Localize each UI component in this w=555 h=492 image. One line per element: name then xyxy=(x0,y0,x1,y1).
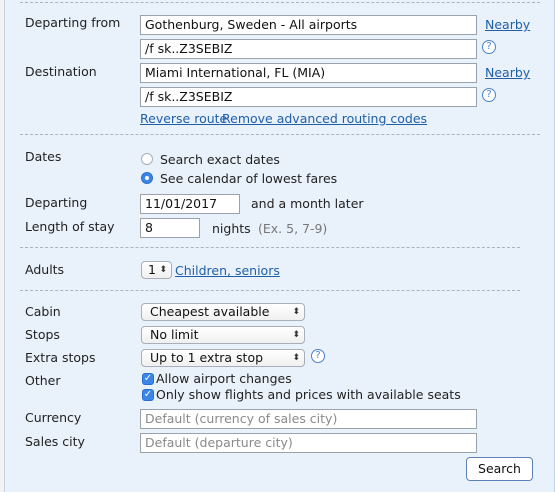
calendar-lowest-fares-label[interactable]: See calendar of lowest fares xyxy=(160,171,337,186)
destination-nearby-link[interactable]: Nearby xyxy=(485,65,530,80)
search-exact-dates-radio[interactable] xyxy=(141,153,153,165)
departing-from-input[interactable]: Gothenburg, Sweden - All airports xyxy=(140,15,477,35)
sales-city-label: Sales city xyxy=(25,434,85,449)
search-exact-dates-label[interactable]: Search exact dates xyxy=(160,152,280,167)
departing-date-input[interactable]: 11/01/2017 xyxy=(140,194,240,214)
children-seniors-link[interactable]: Children, seniors xyxy=(175,263,280,278)
search-button[interactable]: Search xyxy=(466,457,533,481)
divider-dates xyxy=(20,247,520,248)
length-of-stay-hint: (Ex. 5, 7-9) xyxy=(258,221,328,236)
adults-select[interactable]: 1 ⬍ xyxy=(141,261,172,279)
select-chevrons-icon: ⬍ xyxy=(292,353,300,363)
cabin-label: Cabin xyxy=(25,304,61,319)
allow-airport-changes-checkbox[interactable]: ✓ xyxy=(142,373,154,385)
currency-label: Currency xyxy=(25,410,82,425)
other-label: Other xyxy=(25,373,61,388)
stops-select-value: No limit xyxy=(150,327,199,342)
departing-routing-code-input[interactable]: /f sk..Z3SEBIZ xyxy=(140,39,477,59)
select-chevrons-icon: ⬍ xyxy=(292,307,300,317)
currency-input[interactable]: Default (currency of sales city) xyxy=(140,409,477,429)
divider-top xyxy=(20,2,540,3)
destination-label: Destination xyxy=(25,64,97,79)
search-form-panel: Departing from Gothenburg, Sweden - All … xyxy=(4,0,555,492)
departing-label: Departing xyxy=(25,195,88,210)
departing-from-label: Departing from xyxy=(25,15,121,30)
divider-passengers xyxy=(20,290,520,291)
destination-routing-code-input[interactable]: /f sk..Z3SEBIZ xyxy=(140,87,477,107)
calendar-lowest-fares-radio[interactable] xyxy=(141,172,153,184)
extra-stops-label: Extra stops xyxy=(25,350,96,365)
dates-label: Dates xyxy=(25,149,62,164)
departing-routing-help-icon[interactable]: ? xyxy=(482,40,496,54)
allow-airport-changes-label[interactable]: Allow airport changes xyxy=(156,371,292,386)
available-seats-checkbox[interactable]: ✓ xyxy=(142,389,154,401)
destination-routing-help-icon[interactable]: ? xyxy=(482,88,496,102)
stops-label: Stops xyxy=(25,327,60,342)
sales-city-input[interactable]: Default (departure city) xyxy=(140,433,477,453)
adults-label: Adults xyxy=(25,262,65,277)
departing-nearby-link[interactable]: Nearby xyxy=(485,17,530,32)
departing-date-suffix: and a month later xyxy=(251,196,364,211)
extra-stops-select[interactable]: Up to 1 extra stop ⬍ xyxy=(141,349,305,367)
available-seats-label[interactable]: Only show flights and prices with availa… xyxy=(156,387,461,402)
select-chevrons-icon: ⬍ xyxy=(159,265,167,275)
length-of-stay-label: Length of stay xyxy=(25,219,115,234)
select-chevrons-icon: ⬍ xyxy=(292,330,300,340)
reverse-route-link[interactable]: Reverse route xyxy=(140,111,227,126)
remove-routing-codes-link[interactable]: Remove advanced routing codes xyxy=(222,111,427,126)
extra-stops-help-icon[interactable]: ? xyxy=(311,349,325,363)
length-of-stay-input[interactable]: 8 xyxy=(140,218,200,238)
extra-stops-select-value: Up to 1 extra stop xyxy=(150,350,264,365)
adults-select-value: 1 xyxy=(148,262,156,277)
nights-unit-label: nights xyxy=(212,221,251,236)
destination-input[interactable]: Miami International, FL (MIA) xyxy=(140,63,477,83)
divider-routing xyxy=(20,134,540,135)
stops-select[interactable]: No limit ⬍ xyxy=(141,326,305,344)
cabin-select[interactable]: Cheapest available ⬍ xyxy=(141,303,305,321)
cabin-select-value: Cheapest available xyxy=(150,304,270,319)
